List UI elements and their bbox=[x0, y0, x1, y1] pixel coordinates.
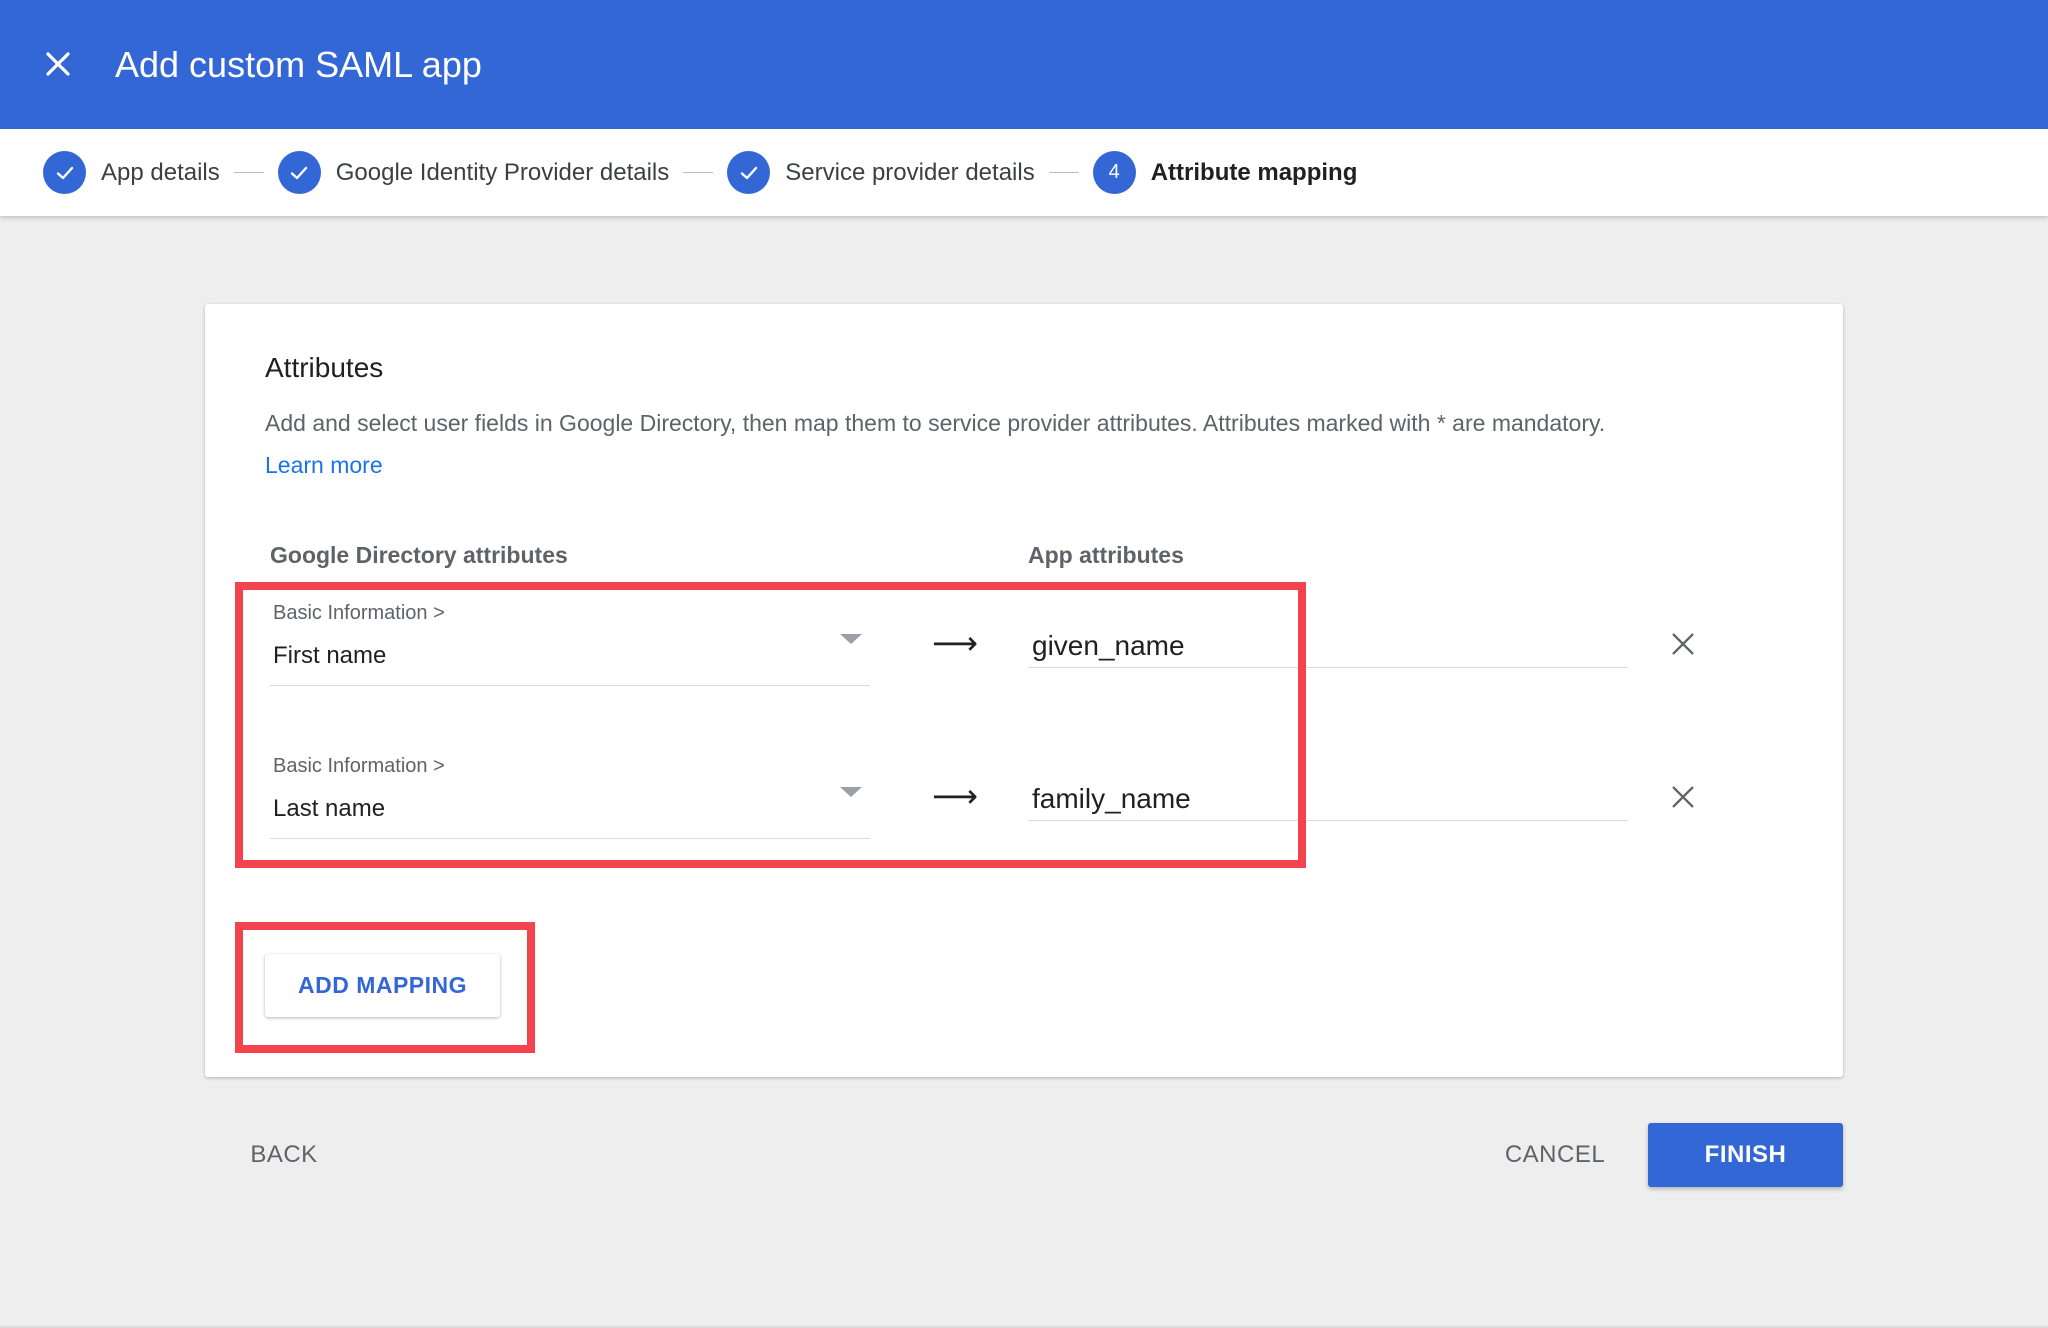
app-header: Add custom SAML app bbox=[0, 0, 2048, 129]
back-button[interactable]: BACK bbox=[232, 1130, 336, 1180]
card-description: Add and select user fields in Google Dir… bbox=[265, 410, 1606, 436]
step-label: Service provider details bbox=[785, 158, 1035, 186]
dropdown-arrow-icon bbox=[840, 787, 862, 797]
select-category: Basic Information > bbox=[273, 755, 445, 777]
right-arrow-icon: ⟶ bbox=[932, 625, 978, 661]
check-icon bbox=[43, 151, 86, 194]
learn-more-link[interactable]: Learn more bbox=[265, 452, 383, 479]
mapping-row: Basic Information > First name ⟶ bbox=[205, 598, 1843, 718]
step-connector bbox=[1048, 172, 1079, 173]
select-category: Basic Information > bbox=[273, 602, 445, 624]
select-value: First name bbox=[273, 642, 387, 669]
check-icon bbox=[727, 151, 771, 194]
directory-attribute-select[interactable]: Basic Information > First name bbox=[270, 598, 870, 686]
stepper: App details Google Identity Provider det… bbox=[0, 129, 2048, 216]
check-icon bbox=[277, 151, 321, 194]
step-label: Attribute mapping bbox=[1150, 158, 1358, 186]
attributes-card: Attributes Add and select user fields in… bbox=[205, 304, 1843, 1077]
add-mapping-button[interactable]: ADD MAPPING bbox=[265, 954, 500, 1017]
mapping-row: Basic Information > Last name ⟶ bbox=[205, 751, 1843, 871]
step-label: Google Identity Provider details bbox=[335, 158, 670, 186]
step-app-details[interactable]: App details bbox=[43, 129, 220, 216]
step-connector bbox=[683, 172, 714, 173]
step-number-badge: 4 bbox=[1092, 151, 1136, 194]
column-header-app: App attributes bbox=[1028, 542, 1184, 568]
directory-attribute-select[interactable]: Basic Information > Last name bbox=[270, 751, 870, 839]
cancel-button[interactable]: CANCEL bbox=[1490, 1130, 1620, 1180]
app-attribute-input[interactable] bbox=[1028, 624, 1628, 668]
column-header-directory: Google Directory attributes bbox=[270, 542, 568, 568]
page-title: Add custom SAML app bbox=[115, 44, 482, 85]
step-idp-details[interactable]: Google Identity Provider details bbox=[277, 129, 670, 216]
remove-mapping-icon[interactable] bbox=[1663, 624, 1703, 664]
step-sp-details[interactable]: Service provider details bbox=[727, 129, 1035, 216]
select-value: Last name bbox=[273, 795, 386, 822]
step-label: App details bbox=[101, 158, 220, 186]
card-title: Attributes bbox=[265, 352, 384, 383]
close-icon[interactable] bbox=[38, 44, 78, 84]
dropdown-arrow-icon bbox=[840, 634, 862, 644]
step-connector bbox=[233, 172, 264, 173]
app-attribute-input[interactable] bbox=[1028, 777, 1628, 821]
remove-mapping-icon[interactable] bbox=[1663, 777, 1703, 817]
right-arrow-icon: ⟶ bbox=[932, 778, 978, 814]
step-attribute-mapping[interactable]: 4 Attribute mapping bbox=[1092, 129, 1358, 216]
finish-button[interactable]: FINISH bbox=[1648, 1123, 1843, 1187]
